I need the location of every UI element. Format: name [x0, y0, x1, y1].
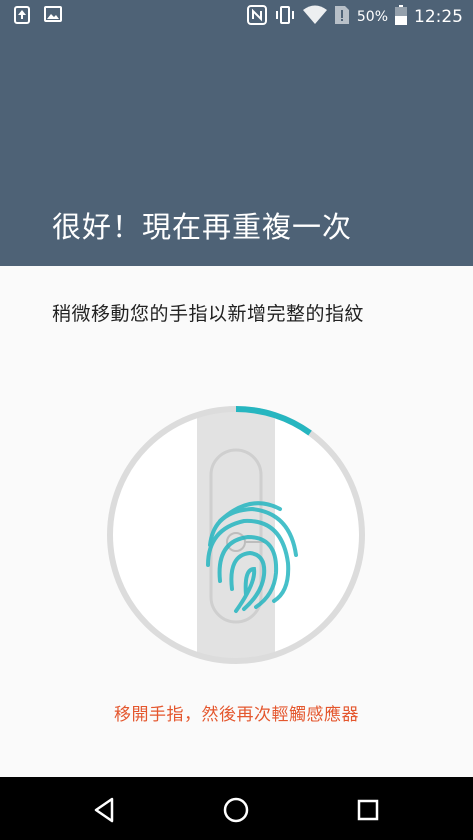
back-icon: [94, 797, 114, 823]
home-icon: [223, 797, 249, 823]
sim-alert-icon: [334, 5, 350, 29]
instruction-text: 稍微移動您的手指以新增完整的指紋: [52, 303, 365, 325]
home-button[interactable]: [221, 795, 251, 825]
recents-icon: [357, 799, 379, 821]
battery-icon: [395, 5, 407, 29]
image-icon: [44, 6, 62, 28]
upload-icon: [14, 6, 30, 28]
page-title: 很好！現在再重複一次: [52, 210, 353, 244]
fingerprint-progress: [104, 403, 368, 667]
battery-percent: 50%: [356, 9, 388, 25]
status-bar: 50% 12:25: [0, 0, 473, 34]
status-message: 移開手指，然後再次輕觸感應器: [114, 705, 359, 725]
navigation-bar: [0, 777, 473, 840]
back-button[interactable]: [91, 795, 121, 825]
vibrate-icon: [274, 5, 296, 29]
recents-button[interactable]: [353, 795, 383, 825]
wifi-icon: [302, 5, 327, 29]
header: 很好！現在再重複一次: [0, 34, 473, 266]
nfc-icon: [246, 5, 267, 29]
clock: 12:25: [414, 7, 463, 27]
sensor-strip: [197, 411, 275, 659]
